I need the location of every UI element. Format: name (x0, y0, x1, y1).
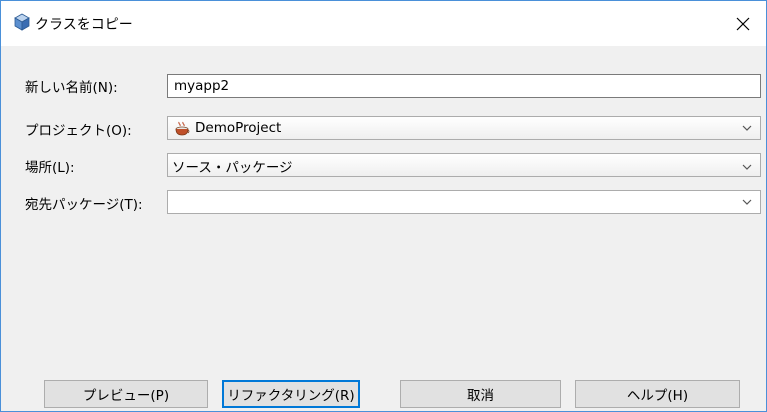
cancel-button[interactable]: 取消 (400, 380, 561, 408)
coffee-cup-icon (174, 121, 190, 136)
project-label: プロジェクト(O): (25, 123, 132, 139)
new-name-input[interactable]: myapp2 (167, 74, 761, 98)
refactor-button[interactable]: リファクタリング(R) (222, 380, 360, 408)
new-name-value: myapp2 (174, 78, 230, 94)
project-select[interactable]: DemoProject (167, 116, 761, 140)
chevron-down-icon (742, 164, 752, 170)
location-select[interactable]: ソース・パッケージ (167, 153, 761, 177)
location-value: ソース・パッケージ (172, 160, 293, 176)
class-cube-icon (13, 13, 31, 31)
target-package-label: 宛先パッケージ(T): (25, 197, 143, 213)
close-button[interactable] (720, 1, 766, 46)
chevron-down-icon (742, 199, 752, 205)
chevron-down-icon (742, 125, 752, 131)
dialog-content: 新しい名前(N): myapp2 プロジェクト(O): DemoProject (1, 46, 766, 411)
title-bar: クラスをコピー (1, 1, 766, 46)
new-name-label: 新しい名前(N): (25, 80, 118, 96)
copy-class-dialog: クラスをコピー 新しい名前(N): myapp2 プロジェクト(O): Demo… (0, 0, 767, 412)
close-icon (736, 17, 750, 30)
location-label: 場所(L): (25, 160, 75, 176)
target-package-combobox[interactable] (167, 190, 761, 214)
help-button[interactable]: ヘルプ(H) (575, 380, 740, 408)
dialog-title: クラスをコピー (35, 17, 133, 33)
project-value: DemoProject (195, 120, 282, 136)
preview-button[interactable]: プレビュー(P) (44, 380, 208, 408)
